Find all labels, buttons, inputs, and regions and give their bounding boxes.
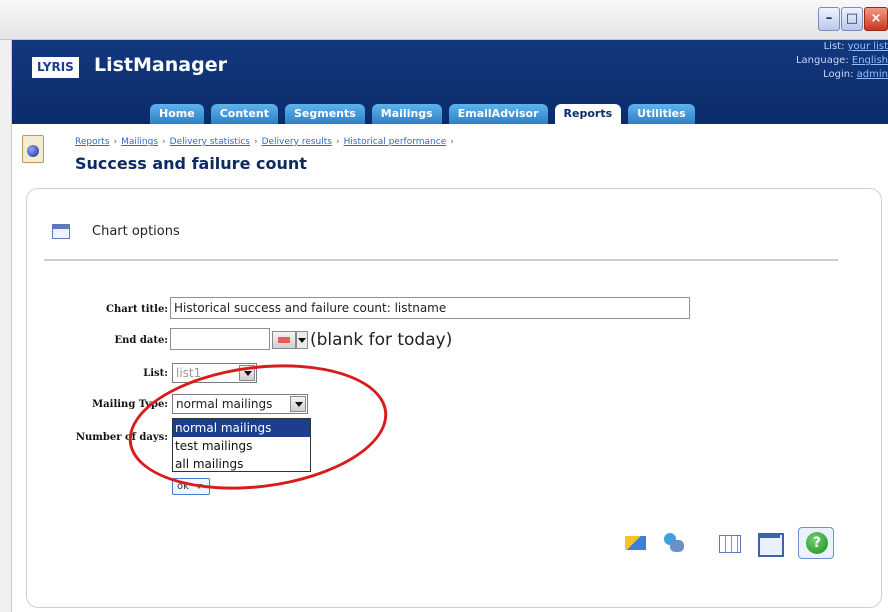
option-test-mailings[interactable]: test mailings bbox=[173, 437, 310, 455]
ok-button[interactable]: ok bbox=[172, 478, 210, 495]
tab-mailings[interactable]: Mailings bbox=[371, 104, 442, 124]
window-icon[interactable] bbox=[756, 528, 784, 558]
language-info-label: Language: bbox=[795, 55, 849, 66]
tab-content[interactable]: Content bbox=[210, 104, 278, 124]
mailing-type-select[interactable]: normal mailings bbox=[172, 394, 308, 414]
tab-segments[interactable]: Segments bbox=[284, 104, 365, 124]
chart-title-label: Chart title: bbox=[106, 304, 168, 315]
end-date-label: End date: bbox=[114, 335, 168, 346]
chart-options-icon bbox=[52, 224, 70, 239]
tab-utilities[interactable]: Utilities bbox=[628, 104, 695, 124]
calendar-dropdown-icon[interactable] bbox=[296, 331, 308, 349]
login-link[interactable]: admin bbox=[857, 69, 888, 80]
list-info-link[interactable]: your list bbox=[848, 41, 888, 52]
breadcrumb-reports[interactable]: Reports bbox=[75, 137, 110, 147]
app-header: LYRIS ListManager List: your list Langua… bbox=[12, 40, 888, 124]
chart-title-input[interactable]: Historical success and failure count: li… bbox=[170, 297, 690, 319]
report-page-icon bbox=[22, 135, 44, 163]
page-title: Success and failure count bbox=[75, 154, 307, 173]
users-icon[interactable] bbox=[660, 528, 688, 558]
chevron-down-icon[interactable] bbox=[290, 396, 306, 412]
chart-icon[interactable] bbox=[622, 528, 650, 558]
language-link[interactable]: English bbox=[852, 55, 888, 66]
main-tabs: Home Content Segments Mailings EmailAdvi… bbox=[150, 104, 702, 124]
login-info-label: Login: bbox=[823, 69, 854, 80]
window-titlebar: – □ × bbox=[0, 0, 888, 40]
minimize-icon[interactable]: – bbox=[818, 7, 840, 31]
breadcrumb-delivery-statistics[interactable]: Delivery statistics bbox=[170, 137, 250, 147]
calendar-icon[interactable] bbox=[272, 331, 296, 349]
app-title: ListManager bbox=[94, 54, 227, 76]
option-normal-mailings[interactable]: normal mailings bbox=[173, 419, 310, 437]
end-date-input[interactable] bbox=[170, 328, 270, 350]
list-select[interactable]: list1 bbox=[172, 363, 257, 383]
list-label: List: bbox=[143, 368, 168, 379]
breadcrumb: Reports › Mailings › Delivery statistics › Del… bbox=[75, 137, 454, 147]
table-icon[interactable] bbox=[716, 528, 744, 558]
tab-home[interactable]: Home bbox=[150, 104, 204, 124]
end-date-hint: (blank for today) bbox=[310, 330, 453, 350]
tab-emailadvisor[interactable]: EmailAdvisor bbox=[448, 104, 548, 124]
list-info-label: List: bbox=[823, 41, 845, 52]
breadcrumb-mailings[interactable]: Mailings bbox=[121, 137, 158, 147]
chart-options-panel bbox=[26, 188, 882, 608]
close-icon[interactable]: × bbox=[864, 7, 888, 31]
header-info: List: your list Language: English Login:… bbox=[796, 40, 888, 82]
list-select-value: list1 bbox=[176, 366, 202, 380]
panel-divider bbox=[44, 259, 838, 261]
number-of-days-label: Number of days: bbox=[75, 432, 168, 443]
mailing-type-value: normal mailings bbox=[176, 397, 273, 411]
tab-reports[interactable]: Reports bbox=[554, 104, 622, 124]
breadcrumb-delivery-results[interactable]: Delivery results bbox=[262, 137, 332, 147]
panel-title: Chart options bbox=[92, 224, 180, 239]
maximize-icon[interactable]: □ bbox=[841, 7, 863, 31]
lyris-logo: LYRIS bbox=[32, 57, 79, 78]
breadcrumb-historical-performance[interactable]: Historical performance bbox=[344, 137, 447, 147]
chevron-down-icon[interactable] bbox=[239, 365, 255, 381]
option-all-mailings[interactable]: all mailings bbox=[173, 455, 310, 473]
mailing-type-dropdown-list: normal mailings test mailings all mailin… bbox=[172, 418, 311, 472]
help-icon[interactable] bbox=[798, 527, 834, 559]
mailing-type-label: Mailing Type: bbox=[92, 399, 168, 410]
left-frame-edge bbox=[0, 40, 12, 612]
